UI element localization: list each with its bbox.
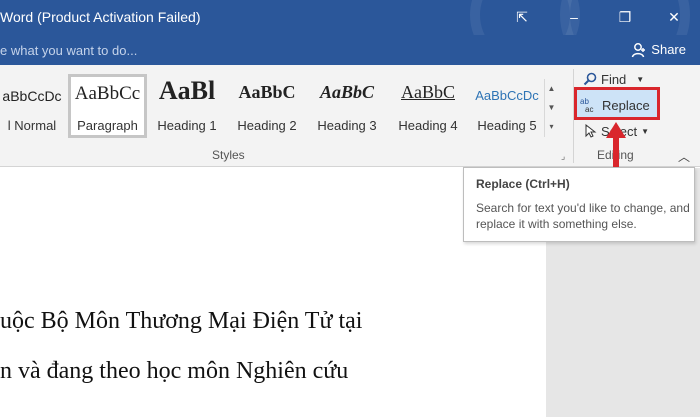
style-normal[interactable]: aBbCcDc l Normal [0, 74, 64, 138]
style-paragraph[interactable]: AaBbCc Paragraph [68, 74, 147, 138]
style-name: Heading 4 [398, 118, 458, 133]
word-window: Word (Product Activation Failed) ⇱ – ❐ ✕… [0, 0, 700, 417]
style-heading-4[interactable]: AaBbC Heading 4 [390, 74, 466, 138]
replace-tooltip: Replace (Ctrl+H) Search for text you'd l… [463, 167, 695, 242]
find-magnifier-icon [583, 72, 597, 86]
style-name: l Normal [7, 118, 57, 133]
tooltip-title: Replace (Ctrl+H) [476, 177, 570, 191]
tell-me-input[interactable]: e what you want to do... [0, 43, 137, 58]
cursor-arrow-icon [585, 124, 597, 138]
document-line: n và đang theo học môn Nghiên cứu [0, 358, 349, 384]
scroll-down-icon[interactable]: ▼ [545, 98, 558, 117]
document-line: uộc Bộ Môn Thương Mại Điện Tử tại [0, 308, 363, 334]
style-heading-5[interactable]: AaBbCcDc Heading 5 [470, 74, 544, 138]
scroll-up-icon[interactable]: ▲ [545, 79, 558, 98]
gallery-scrollbar[interactable]: ▲ ▼ ▾ [544, 79, 558, 137]
style-heading-1[interactable]: AaBl Heading 1 [150, 74, 224, 138]
style-heading-3[interactable]: AaBbC Heading 3 [310, 74, 384, 138]
style-heading-2[interactable]: AaBbC Heading 2 [230, 74, 304, 138]
style-sample: AaBbC [319, 82, 375, 102]
close-button[interactable]: ✕ [660, 6, 688, 28]
share-button[interactable]: Share [631, 39, 686, 61]
style-sample: AaBbCc [74, 83, 141, 104]
style-sample: AaBbCcDc [475, 88, 539, 103]
annotation-arrow-icon [606, 122, 626, 170]
style-sample: AaBbC [238, 82, 296, 102]
tell-me-bar: e what you want to do... Share [0, 35, 700, 65]
styles-gallery: aBbCcDc l Normal AaBbCc Paragraph AaBl H… [0, 70, 556, 154]
window-title: Word (Product Activation Failed) [0, 9, 201, 25]
document-line-partial: ▁ [0, 404, 18, 417]
style-sample: AaBl [158, 76, 216, 105]
styles-group-label: Styles [212, 148, 245, 162]
maximize-button[interactable]: ❐ [611, 6, 639, 28]
style-name: Heading 3 [317, 118, 377, 133]
style-sample: AaBbC [401, 82, 455, 102]
dialog-launcher-icon[interactable]: ⌟ [561, 151, 565, 162]
style-name: Heading 5 [477, 118, 537, 133]
style-name: Paragraph [77, 118, 138, 133]
ribbon-display-options-icon[interactable]: ⇱ [508, 6, 536, 28]
person-icon [632, 43, 646, 58]
find-label: Find [601, 71, 627, 87]
style-sample: aBbCcDc [2, 88, 62, 104]
replace-ab-ac-icon: ab ac [580, 97, 593, 114]
title-bar: Word (Product Activation Failed) ⇱ – ❐ ✕ [0, 0, 700, 80]
style-name: Heading 2 [237, 118, 297, 133]
replace-button[interactable]: ab ac Replace [580, 94, 650, 116]
replace-label: Replace [602, 97, 650, 113]
chevron-down-icon: ▼ [641, 126, 650, 136]
minimize-button[interactable]: – [560, 6, 588, 28]
collapse-ribbon-icon[interactable]: ︿ [678, 148, 690, 165]
chevron-down-icon: ▼ [636, 74, 645, 84]
share-label: Share [651, 42, 686, 57]
tooltip-description: Search for text you'd like to change, an… [476, 201, 690, 231]
style-name: Heading 1 [157, 118, 217, 133]
svg-text:ac: ac [585, 105, 593, 114]
more-styles-icon[interactable]: ▾ [545, 117, 558, 136]
